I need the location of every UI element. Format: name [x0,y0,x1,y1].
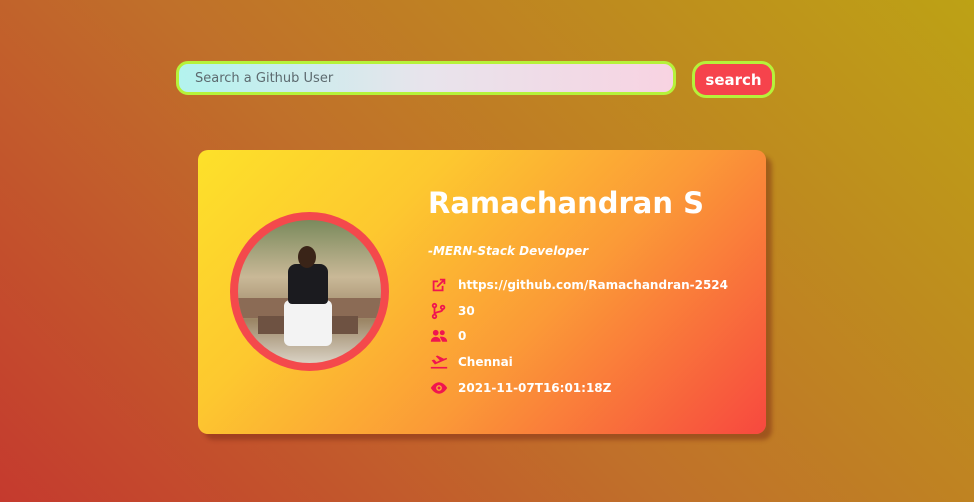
profile-followers-row: 0 [430,327,466,345]
profile-location: Chennai [458,355,513,369]
profile-location-row: Chennai [430,353,513,371]
eye-icon [430,379,448,397]
profile-url[interactable]: https://github.com/Ramachandran-2524 [458,278,728,292]
code-branch-icon [430,302,448,320]
profile-bio: -MERN-Stack Developer [428,244,589,258]
profile-name: Ramachandran S [428,186,704,220]
profile-repos-row: 30 [430,302,475,320]
profile-followers: 0 [458,329,467,343]
external-link-icon [430,276,448,294]
profile-created-row: 2021-11-07T16:01:18Z [430,379,611,397]
search-button[interactable]: search [692,61,775,98]
users-icon [430,327,448,345]
profile-url-row[interactable]: https://github.com/Ramachandran-2524 [430,276,728,294]
plane-departure-icon [430,353,448,371]
profile-created: 2021-11-07T16:01:18Z [458,381,612,395]
profile-repos: 30 [458,304,475,318]
avatar [230,212,389,371]
search-input[interactable] [176,61,676,95]
profile-card: Ramachandran S -MERN-Stack Developer htt… [198,150,766,434]
